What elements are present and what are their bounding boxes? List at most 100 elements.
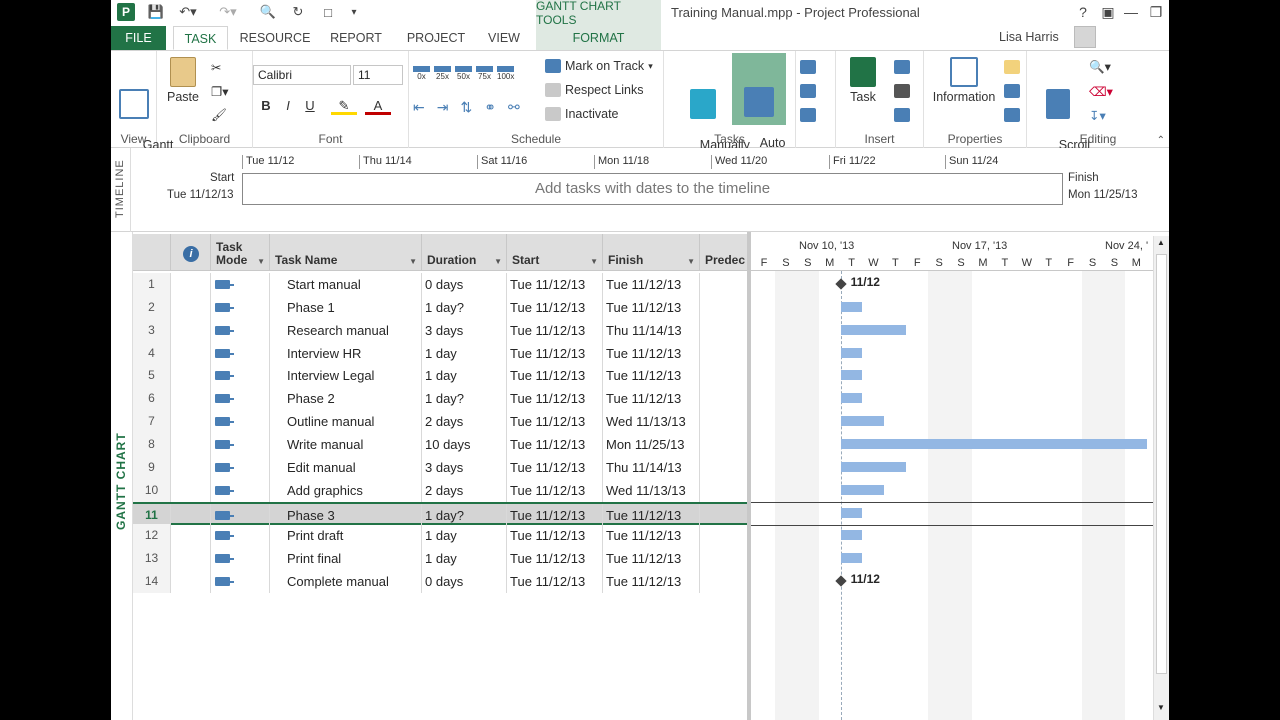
indicator-cell[interactable]: [171, 524, 211, 548]
start-cell[interactable]: Tue 11/12/13: [507, 524, 603, 548]
print-preview-icon[interactable]: 🔍: [259, 3, 277, 21]
gantt-bar[interactable]: [840, 324, 907, 335]
finish-cell[interactable]: Tue 11/12/13: [603, 570, 700, 594]
mark-on-track-button[interactable]: Mark on Track ▾: [545, 56, 653, 76]
indicator-cell[interactable]: [171, 547, 211, 571]
start-cell[interactable]: Tue 11/12/13: [507, 547, 603, 571]
tab-task[interactable]: TASK: [173, 26, 228, 50]
start-header[interactable]: Start ▼: [507, 234, 603, 271]
finish-cell[interactable]: Tue 11/12/13: [603, 387, 700, 411]
indicator-cell[interactable]: [171, 478, 211, 502]
finish-cell[interactable]: Tue 11/12/13: [603, 341, 700, 365]
indicator-cell[interactable]: [171, 364, 211, 388]
row-id[interactable]: 10: [133, 478, 171, 502]
bold-button[interactable]: B: [257, 97, 275, 115]
indicator-cell[interactable]: [171, 503, 211, 527]
duration-cell[interactable]: 2 days: [422, 478, 507, 502]
task-mode-cell[interactable]: [211, 547, 270, 571]
timeline-bar[interactable]: Add tasks with dates to the timeline: [242, 173, 1063, 205]
task-mode-cell[interactable]: [211, 410, 270, 434]
predecessors-cell[interactable]: [700, 364, 751, 388]
highlight-color-button[interactable]: ✎: [331, 97, 357, 115]
finish-header[interactable]: Finish ▼: [603, 234, 700, 271]
scroll-down-icon[interactable]: ▼: [1157, 703, 1165, 712]
tab-format[interactable]: FORMAT: [536, 26, 661, 50]
save-icon[interactable]: 💾: [147, 3, 165, 21]
indicator-cell[interactable]: [171, 273, 211, 296]
milestone-marker[interactable]: [834, 575, 847, 587]
summary-button[interactable]: [894, 57, 910, 77]
tab-report[interactable]: REPORT: [323, 26, 389, 50]
finish-cell[interactable]: Tue 11/12/13: [603, 295, 700, 319]
row-id[interactable]: 14: [133, 570, 171, 594]
sync-icon[interactable]: ↻: [289, 3, 307, 21]
gantt-bar[interactable]: [840, 347, 863, 358]
timeline-side-tab[interactable]: TIMELINE: [111, 148, 131, 232]
task-mode-cell[interactable]: [211, 503, 270, 527]
predecessors-cell[interactable]: [700, 478, 751, 502]
start-cell[interactable]: Tue 11/12/13: [507, 341, 603, 365]
tab-file[interactable]: FILE: [111, 26, 166, 50]
start-cell[interactable]: Tue 11/12/13: [507, 364, 603, 388]
task-mode-header[interactable]: Task Mode ▼: [211, 234, 270, 271]
task-mode-cell[interactable]: [211, 295, 270, 319]
start-cell[interactable]: Tue 11/12/13: [507, 478, 603, 502]
finish-cell[interactable]: Tue 11/12/13: [603, 547, 700, 571]
row-id[interactable]: 5: [133, 364, 171, 388]
task-mode-cell[interactable]: [211, 570, 270, 594]
table-row[interactable]: 11 Phase 31 day? Tue 11/12/13 Tue 11/12/13: [133, 501, 751, 527]
table-row[interactable]: 2 Phase 11 day? Tue 11/12/13 Tue 11/12/13: [133, 295, 751, 319]
start-cell[interactable]: Tue 11/12/13: [507, 455, 603, 479]
notes-button[interactable]: [1004, 57, 1020, 77]
predecessors-cell[interactable]: [700, 318, 751, 342]
task-name-cell[interactable]: Phase 1: [270, 295, 422, 319]
finish-cell[interactable]: Mon 11/25/13: [603, 432, 700, 456]
find-button[interactable]: 🔍▾: [1089, 57, 1111, 77]
pct-0-button[interactable]: 0x: [413, 65, 430, 81]
pct-50-button[interactable]: 50x: [455, 65, 472, 81]
predecessors-cell[interactable]: [700, 570, 751, 594]
task-name-cell[interactable]: Start manual: [270, 273, 422, 296]
start-cell[interactable]: Tue 11/12/13: [507, 318, 603, 342]
start-cell[interactable]: Tue 11/12/13: [507, 570, 603, 594]
indicator-cell[interactable]: [171, 570, 211, 594]
duration-cell[interactable]: 0 days: [422, 570, 507, 594]
duration-cell[interactable]: 10 days: [422, 432, 507, 456]
task-name-cell[interactable]: Edit manual: [270, 455, 422, 479]
duration-header[interactable]: Duration ▼: [422, 234, 507, 271]
table-row[interactable]: 1 Start manual 0 days Tue 11/12/13 Tue 11/12…: [133, 273, 751, 296]
duration-cell[interactable]: 3 days: [422, 318, 507, 342]
table-row[interactable]: 8 Write manual 10 days Tue 11/12/13 Mon 11/2…: [133, 432, 751, 456]
new-document-icon[interactable]: □: [319, 3, 337, 21]
task-mode-cell[interactable]: [211, 478, 270, 502]
row-id[interactable]: 2: [133, 295, 171, 319]
font-family-select[interactable]: Calibri: [253, 65, 351, 85]
gantt-bar[interactable]: [840, 530, 863, 541]
gantt-chart-area[interactable]: Nov 10, '13 Nov 17, '13 Nov 24, ' F S S M T W T F S…: [751, 232, 1153, 720]
indicator-cell[interactable]: [171, 432, 211, 456]
font-color-button[interactable]: A: [365, 97, 391, 115]
task-name-cell[interactable]: Print draft: [270, 524, 422, 548]
table-row[interactable]: 9 Edit manual 3 days Tue 11/12/13 Thu 11/14/…: [133, 455, 751, 479]
predecessors-cell[interactable]: [700, 273, 751, 296]
indicator-cell[interactable]: [171, 295, 211, 319]
task-name-cell[interactable]: Research manual: [270, 318, 422, 342]
task-name-cell[interactable]: Outline manual: [270, 410, 422, 434]
duration-cell[interactable]: 1 day?: [422, 295, 507, 319]
row-id[interactable]: 1: [133, 273, 171, 296]
table-row[interactable]: 13 Print final 1 day Tue 11/12/13 Tue 11/12/…: [133, 547, 751, 571]
table-row[interactable]: 4 Interview HR 1 day Tue 11/12/13 Tue 11/12/…: [133, 341, 751, 365]
duration-cell[interactable]: 1 day: [422, 524, 507, 548]
gantt-bar[interactable]: [840, 393, 863, 404]
gantt-bar[interactable]: [840, 416, 885, 427]
duration-cell[interactable]: 0 days: [422, 273, 507, 296]
timeline-add-button[interactable]: [1004, 105, 1020, 125]
gantt-bar[interactable]: [840, 370, 863, 381]
row-id[interactable]: 3: [133, 318, 171, 342]
milestone-marker[interactable]: [834, 278, 847, 290]
split-task-icon[interactable]: ⇅: [460, 99, 472, 116]
inactivate-button[interactable]: Inactivate: [545, 104, 619, 124]
customize-qat-icon[interactable]: ▾: [347, 3, 361, 21]
underline-button[interactable]: U: [301, 97, 319, 115]
predecessors-cell[interactable]: [700, 387, 751, 411]
